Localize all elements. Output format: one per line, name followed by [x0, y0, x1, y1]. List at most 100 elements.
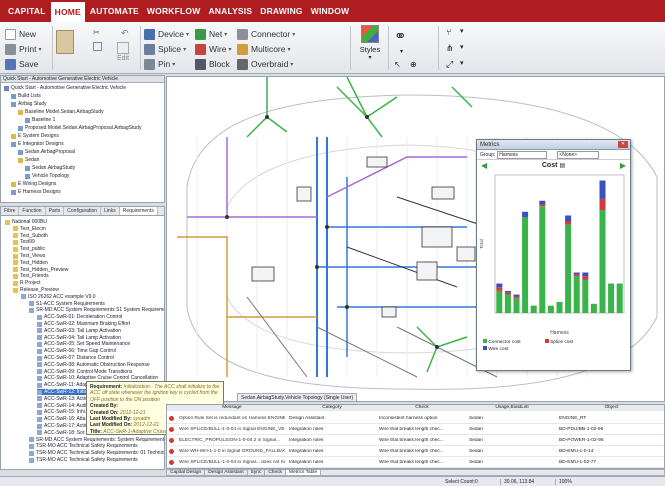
- block-button[interactable]: Block: [195, 57, 230, 71]
- tree-item[interactable]: E System Designs: [11, 133, 59, 139]
- requirement-item[interactable]: Test_Views: [13, 253, 45, 259]
- bundle-dropdown-icon[interactable]: ▾: [460, 43, 469, 52]
- requirement-item[interactable]: Test_Hidden_Preview: [13, 267, 68, 273]
- menu-capital[interactable]: CAPITAL: [0, 0, 50, 22]
- tree-item[interactable]: Quick Start - Automotive Generative Elec…: [4, 85, 126, 91]
- requirement-item[interactable]: ACC-SwR-14: Audi...: [37, 403, 91, 409]
- grid-column-header[interactable]: Message: [177, 405, 287, 410]
- copy-icon[interactable]: [93, 42, 102, 51]
- close-icon[interactable]: ✕: [618, 141, 628, 148]
- connect-dropdown-icon[interactable]: ▾: [460, 59, 469, 68]
- requirement-item[interactable]: Test_public: [13, 246, 45, 252]
- requirement-item[interactable]: ACC-SwR-01: Deceleration Control: [37, 314, 122, 320]
- select-icon[interactable]: ↖: [394, 60, 403, 69]
- tree-item[interactable]: Airbag Study: [11, 101, 47, 107]
- requirement-item[interactable]: ACC-SwR-08: Automatic Obstruction Respon…: [37, 362, 150, 368]
- requirement-item[interactable]: ACC-SwR-03: Tail Lamp Activation: [37, 328, 121, 334]
- requirement-item[interactable]: ACC-SwR-07: Distance Control: [37, 355, 114, 361]
- scope-select[interactable]: <None>: [557, 150, 600, 159]
- connect-icon[interactable]: ⤢: [446, 59, 455, 69]
- menu-drawing[interactable]: DRAWING: [256, 0, 306, 22]
- requirement-item[interactable]: ISO 26262 ACC example V9.0: [21, 294, 96, 300]
- menu-home[interactable]: HOME: [50, 2, 85, 22]
- requirement-item[interactable]: ACC-SwR-17: Activ...: [37, 423, 91, 429]
- tree-item[interactable]: Sedan: [18, 157, 39, 163]
- tree-item[interactable]: E Wiring Designs: [11, 181, 56, 187]
- device-button[interactable]: Device ▾: [144, 27, 189, 41]
- save-button[interactable]: Save: [5, 57, 38, 71]
- tree-item[interactable]: Build Lists: [11, 93, 41, 99]
- requirement-item[interactable]: R Project: [13, 280, 41, 286]
- tab-links[interactable]: Links: [101, 207, 120, 215]
- requirement-item[interactable]: Test_Suboth: [13, 233, 48, 239]
- menu-window[interactable]: WINDOW: [307, 0, 354, 22]
- edit-button[interactable]: Edit: [114, 42, 132, 68]
- menu-workflow[interactable]: WORKFLOW: [143, 0, 205, 22]
- tree-item[interactable]: Sedan.AirbagProposal: [18, 149, 75, 155]
- grid-column-header[interactable]: Object: [557, 405, 664, 410]
- arrow-right-icon[interactable]: ▶: [620, 161, 626, 170]
- bundle-icon[interactable]: ⋔: [446, 43, 455, 53]
- tab-function[interactable]: Function: [19, 207, 46, 215]
- requirement-item[interactable]: ACC-SwR-13: Activ...: [37, 396, 91, 402]
- grid-column-header[interactable]: Usage,BuildList: [467, 405, 557, 410]
- menu-automate[interactable]: AUTOMATE: [86, 0, 143, 22]
- requirement-item[interactable]: Test_Friends: [13, 273, 49, 279]
- output-tab[interactable]: Capital Design: [167, 470, 206, 475]
- styles-button[interactable]: Styles ▾: [356, 25, 384, 71]
- arrow-left-icon[interactable]: ◀: [481, 161, 487, 170]
- grid-row[interactable]: Wire SPLICE/BULL-1-0-04 in Signal... doe…: [167, 458, 664, 468]
- route-icon[interactable]: ⑂: [446, 27, 455, 37]
- requirement-item[interactable]: ACC-SwR-06: Time Gap Control: [37, 348, 116, 354]
- requirement-item[interactable]: ACC-SwR-05: Set Speed Maintenance: [37, 341, 130, 347]
- output-tab[interactable]: Check: [265, 470, 286, 475]
- connector-button[interactable]: Connector ▾: [237, 27, 295, 41]
- output-tab[interactable]: Sync: [248, 470, 266, 475]
- requirement-item[interactable]: Test_Hidden: [13, 260, 48, 266]
- menu-analysis[interactable]: ANALYSIS: [204, 0, 256, 22]
- requirement-item[interactable]: TSR-MO ACC Technical Safety Requirements: [29, 457, 138, 463]
- metrics-window[interactable]: Metrics ✕ Group: Harness <None> ◀ Cost ▤…: [476, 139, 631, 371]
- grid-row[interactable]: ELECTRIC_PROPULSION-1-0-04 2 in Signal..…: [167, 436, 664, 446]
- tab-requirements[interactable]: Requirements: [119, 207, 158, 215]
- requirement-item[interactable]: ACC-SwR-15: Inhi...: [37, 409, 89, 415]
- tree-item[interactable]: Baseline Model.Sedan.AirbagStudy: [18, 109, 104, 115]
- grid-row[interactable]: Wire WH-WH-1-1-0 in Signal GROUND_FALLBA…: [167, 447, 664, 457]
- requirement-item[interactable]: SR-MD ACC System Requirements S1 System …: [29, 307, 164, 313]
- requirement-item[interactable]: ACC-SwR-18: Sor...: [37, 430, 88, 436]
- requirement-item[interactable]: ACC-SwR-02: Maximum Braking Effort: [37, 321, 130, 327]
- overbraid-button[interactable]: Overbraid ▾: [237, 57, 293, 71]
- splice-button[interactable]: Splice ▾: [144, 42, 186, 56]
- tab-parts[interactable]: Parts: [46, 207, 65, 215]
- tree-item[interactable]: E Harness Designs: [11, 189, 61, 195]
- tab-configuration[interactable]: Configuration: [64, 207, 102, 215]
- route-dropdown-icon[interactable]: ▾: [460, 27, 469, 36]
- binoculars-icon[interactable]: ⚭: [394, 29, 416, 45]
- grid-column-header[interactable]: Check: [377, 405, 467, 410]
- wire-button[interactable]: Wire ▾: [195, 42, 232, 56]
- output-tab[interactable]: Metrics Table: [285, 470, 322, 475]
- requirement-item[interactable]: Test_Elecm: [13, 226, 46, 232]
- print-button[interactable]: Print ▾: [5, 42, 42, 56]
- metrics-titlebar[interactable]: Metrics ✕: [477, 140, 630, 150]
- tree-item[interactable]: Vehicle Topology: [25, 173, 69, 179]
- tree-item[interactable]: Baseline 1: [25, 117, 55, 123]
- requirement-item[interactable]: TSR-MO ACC Technical Safety Requirements: [29, 443, 138, 449]
- tree-item[interactable]: E Integrator Designs: [11, 141, 64, 147]
- cut-icon[interactable]: ✂: [93, 28, 102, 37]
- zoom-icon[interactable]: ⊕: [410, 60, 419, 69]
- undo-icon[interactable]: ↶: [121, 28, 130, 38]
- requirement-item[interactable]: TSR-MO ACC Technical Safety Requirements…: [29, 450, 164, 456]
- net-button[interactable]: Net ▾: [195, 27, 227, 41]
- tree-item[interactable]: Sedan.AirbagStudy: [25, 165, 75, 171]
- new-button[interactable]: New: [5, 27, 36, 41]
- requirement-item[interactable]: ACC-SwR-04: Tail Lamp Activation: [37, 335, 121, 341]
- requirement-item[interactable]: SR-MD ACC System Requirements: System Re…: [29, 437, 164, 443]
- grid-column-header[interactable]: Category: [287, 405, 377, 410]
- requirement-item[interactable]: National 000BU: [5, 219, 47, 225]
- multicore-button[interactable]: Multicore ▾: [237, 42, 291, 56]
- paste-icon[interactable]: [56, 30, 74, 54]
- requirement-item[interactable]: S1-ACC System Requirements: [29, 301, 105, 307]
- requirement-item[interactable]: ACC-SwR-16: Atta...: [37, 416, 90, 422]
- requirement-item[interactable]: Release_Preview: [13, 287, 59, 293]
